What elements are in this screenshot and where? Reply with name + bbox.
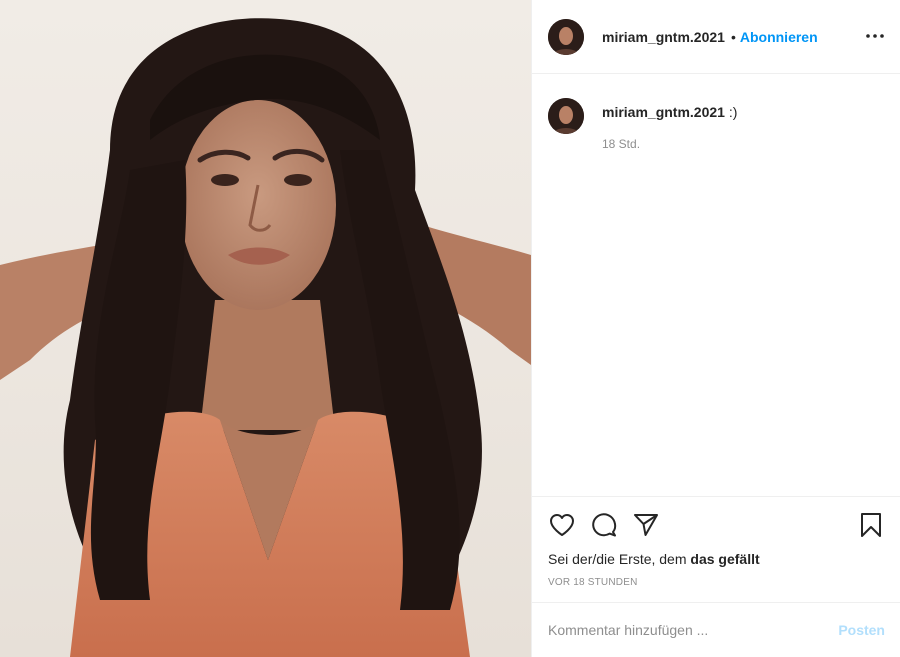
caption-message: :) xyxy=(728,104,738,120)
save-button[interactable] xyxy=(857,511,885,539)
post-media[interactable] xyxy=(0,0,531,657)
likes-summary: Sei der/die Erste, dem das gefällt xyxy=(548,551,885,567)
share-button[interactable] xyxy=(632,511,660,539)
post-detail-panel: miriam_gntm.2021 • Abonnieren miriam_gnt… xyxy=(531,0,900,657)
avatar[interactable] xyxy=(548,18,584,55)
post-photo xyxy=(0,18,531,657)
caption-avatar[interactable] xyxy=(548,98,584,134)
caption-username[interactable]: miriam_gntm.2021 xyxy=(602,104,725,120)
post-actions: Sei der/die Erste, dem das gefällt VOR 1… xyxy=(532,496,900,602)
heart-icon xyxy=(550,514,574,536)
caption-timestamp[interactable]: 18 Std. xyxy=(602,137,737,151)
action-icons xyxy=(548,511,885,539)
post-header: miriam_gntm.2021 • Abonnieren xyxy=(532,0,900,74)
add-comment-bar: Posten xyxy=(532,602,900,657)
likes-link[interactable]: das gefällt xyxy=(690,551,759,567)
like-button[interactable] xyxy=(548,511,576,539)
more-options-button[interactable] xyxy=(863,24,887,48)
paper-plane-icon xyxy=(634,514,658,536)
comment-input[interactable] xyxy=(548,622,839,638)
comments-section: miriam_gntm.2021 :) 18 Std. xyxy=(532,74,900,496)
post-timestamp[interactable]: VOR 18 STUNDEN xyxy=(548,577,885,588)
follow-button[interactable]: Abonnieren xyxy=(740,29,818,45)
bookmark-icon xyxy=(861,513,881,537)
more-horizontal-icon xyxy=(866,34,884,38)
header-username[interactable]: miriam_gntm.2021 xyxy=(602,29,725,45)
caption-body: miriam_gntm.2021 :) 18 Std. xyxy=(602,98,737,151)
caption: miriam_gntm.2021 :) 18 Std. xyxy=(548,98,885,151)
comment-button[interactable] xyxy=(590,511,618,539)
header-separator: • xyxy=(730,28,736,45)
comment-bubble-icon xyxy=(592,513,617,537)
likes-prefix: Sei der/die Erste, dem xyxy=(548,551,691,567)
caption-text: miriam_gntm.2021 :) xyxy=(602,103,737,121)
post-comment-button[interactable]: Posten xyxy=(838,622,885,638)
